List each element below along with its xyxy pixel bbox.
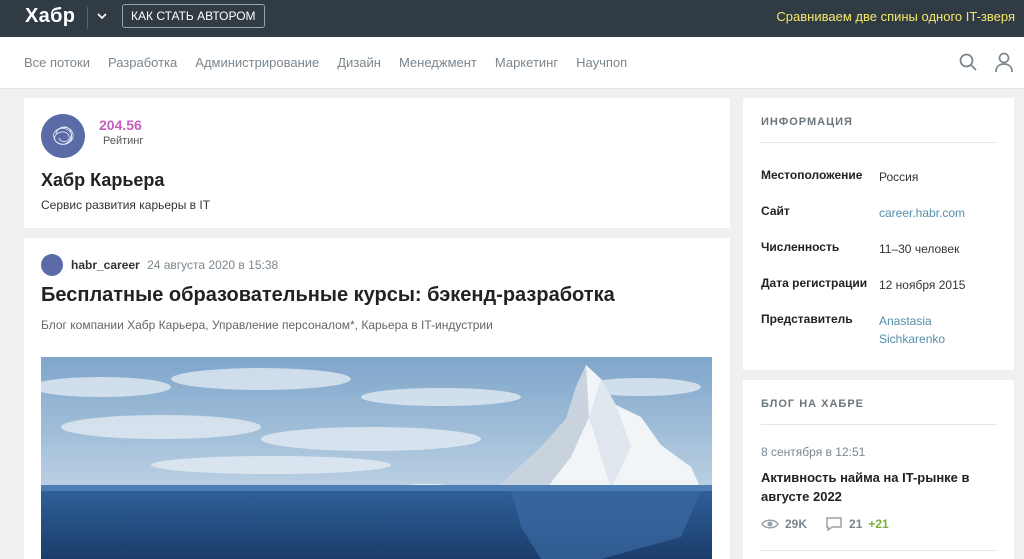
post-cover-image[interactable] xyxy=(41,357,712,559)
new-comments-count: +21 xyxy=(868,517,889,531)
post-meta: habr_career 24 августа 2020 в 15:38 xyxy=(71,258,278,272)
post-card: habr_career 24 августа 2020 в 15:38 Бесп… xyxy=(24,238,730,559)
nav-item-development[interactable]: Разработка xyxy=(108,55,177,70)
blog-divider xyxy=(761,424,997,425)
post-hubs[interactable]: Блог компании Хабр Карьера, Управление п… xyxy=(41,318,493,332)
post-author[interactable]: habr_career xyxy=(71,258,140,272)
post-author-avatar[interactable] xyxy=(41,254,63,276)
info-key: Сайт xyxy=(761,204,790,218)
blog-post-title[interactable]: Активность найма на IT-рынке в августе 2… xyxy=(761,468,991,506)
blog-post-date: 8 сентября в 12:51 xyxy=(761,445,866,459)
company-name[interactable]: Хабр Карьера xyxy=(41,170,164,191)
nav-item-design[interactable]: Дизайн xyxy=(337,55,381,70)
info-key: Дата регистрации xyxy=(761,276,868,290)
comments-count[interactable]: 21 xyxy=(849,517,862,531)
post-date: 24 августа 2020 в 15:38 xyxy=(147,258,279,272)
nav-item-all-flows[interactable]: Все потоки xyxy=(24,55,90,70)
info-value: 12 ноября 2015 xyxy=(879,278,966,292)
nav-item-marketing[interactable]: Маркетинг xyxy=(495,55,558,70)
company-logo-icon xyxy=(41,114,85,158)
info-key: Представитель xyxy=(761,312,853,326)
blog-card: Блог на Хабре 8 сентября в 12:51 Активно… xyxy=(743,380,1014,559)
info-value: Россия xyxy=(879,170,919,184)
info-key: Численность xyxy=(761,240,840,254)
company-info-card: Информация Местоположение Россия Сайт ca… xyxy=(743,98,1014,370)
info-divider xyxy=(761,142,997,143)
company-rating-value: 204.56 xyxy=(99,117,142,133)
company-description: Сервис развития карьеры в IT xyxy=(41,198,211,212)
info-heading: Информация xyxy=(761,116,853,128)
nav-item-administration[interactable]: Администрирование xyxy=(195,55,319,70)
user-icon[interactable] xyxy=(993,51,1015,73)
company-card: 204.56 Рейтинг Хабр Карьера Сервис разви… xyxy=(24,98,730,228)
promo-link[interactable]: Сравниваем две спины одного IT-зверя xyxy=(776,9,1015,24)
info-value: 11–30 человек xyxy=(879,242,960,256)
post-title[interactable]: Бесплатные образовательные курсы: бэкенд… xyxy=(41,284,615,307)
iceberg-image xyxy=(41,357,712,559)
habr-logo[interactable]: Хабр xyxy=(25,5,75,28)
nav-items: Все потоки Разработка Администрирование … xyxy=(24,55,627,70)
company-rating-label: Рейтинг xyxy=(103,135,144,147)
nav-item-popsci[interactable]: Научпоп xyxy=(576,55,627,70)
how-to-become-author-button[interactable]: Как стать автором xyxy=(122,4,265,28)
site-link[interactable]: career.habr.com xyxy=(879,204,999,222)
nav-item-management[interactable]: Менеджмент xyxy=(399,55,477,70)
search-icon[interactable] xyxy=(958,52,978,72)
blog-bottom-divider xyxy=(761,550,997,551)
comments-icon[interactable] xyxy=(825,517,843,531)
chevron-down-icon[interactable] xyxy=(95,9,109,23)
blog-post-stats: 29K 21 +21 xyxy=(761,517,889,531)
top-bar: Хабр Как стать автором Сравниваем две сп… xyxy=(0,0,1024,37)
blog-heading: Блог на Хабре xyxy=(761,398,865,410)
info-key: Местоположение xyxy=(761,168,863,182)
logo-divider xyxy=(87,7,88,29)
views-count: 29K xyxy=(785,517,808,531)
representative-link[interactable]: Anastasia Sichkarenko xyxy=(879,312,999,348)
company-avatar[interactable] xyxy=(41,114,85,158)
views-icon xyxy=(761,519,779,529)
hub-navigation: Все потоки Разработка Администрирование … xyxy=(0,37,1024,89)
